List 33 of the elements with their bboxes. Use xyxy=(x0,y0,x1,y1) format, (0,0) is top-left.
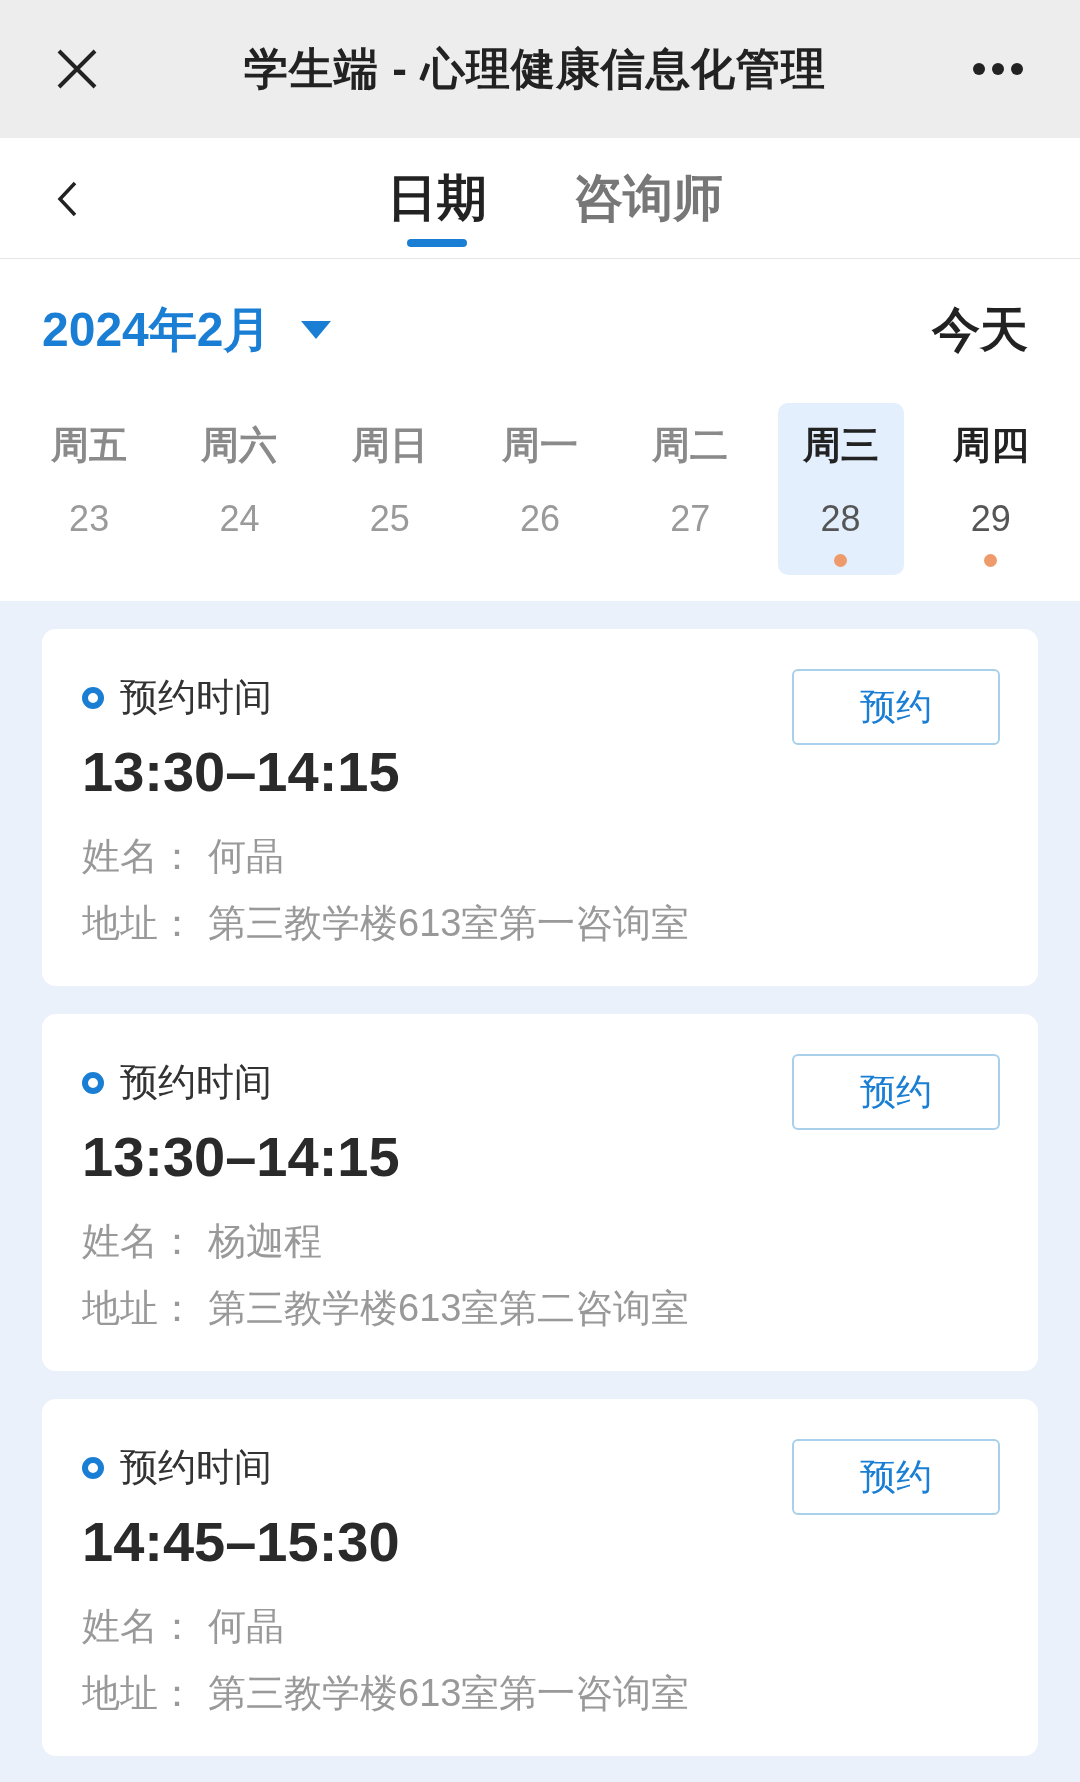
today-button[interactable]: 今天 xyxy=(932,294,1038,366)
day-cell[interactable]: 周五 23 xyxy=(26,403,153,575)
slot-heading: 预约时间 xyxy=(120,1445,272,1490)
name-label: 姓名： xyxy=(82,834,196,879)
tab[interactable]: 日期 xyxy=(387,137,487,259)
address-label: 地址： xyxy=(82,1671,196,1716)
counselor-name: 杨迦程 xyxy=(208,1219,322,1264)
address-label: 地址： xyxy=(82,1286,196,1331)
slot-time: 13:30–14:15 xyxy=(82,1124,401,1190)
name-label: 姓名： xyxy=(82,1219,196,1264)
address-text: 第三教学楼613室第一咨询室 xyxy=(208,901,690,946)
book-button[interactable]: 预约 xyxy=(792,1439,1000,1515)
name-label: 姓名： xyxy=(82,1604,196,1649)
slot-time: 14:45–15:30 xyxy=(82,1509,401,1575)
counselor-name: 何晶 xyxy=(208,1604,284,1649)
slot-heading: 预约时间 xyxy=(120,675,272,720)
day-cell[interactable]: 周日 25 xyxy=(326,403,453,575)
address-text: 第三教学楼613室第一咨询室 xyxy=(208,1671,690,1716)
book-button[interactable]: 预约 xyxy=(792,1054,1000,1130)
day-cell[interactable]: 周一 26 xyxy=(477,403,603,575)
day-cell[interactable]: 周二 27 xyxy=(627,403,754,575)
address-text: 第三教学楼613室第二咨询室 xyxy=(208,1286,690,1331)
day-cell[interactable]: 周六 24 xyxy=(176,403,303,575)
counselor-name: 何晶 xyxy=(208,834,284,879)
day-cell[interactable]: 周三 28 xyxy=(777,403,904,575)
window-title: 学生端 - 心理健康信息化管理 xyxy=(243,43,827,95)
address-label: 地址： xyxy=(82,901,196,946)
tab[interactable]: 咨询师 xyxy=(573,137,723,259)
slot-time: 13:30–14:15 xyxy=(82,739,401,805)
day-cell[interactable]: 周四 29 xyxy=(927,403,1054,575)
month-picker[interactable]: 2024年2月 xyxy=(42,294,332,366)
slot-heading: 预约时间 xyxy=(120,1060,272,1105)
book-button[interactable]: 预约 xyxy=(792,669,1000,745)
